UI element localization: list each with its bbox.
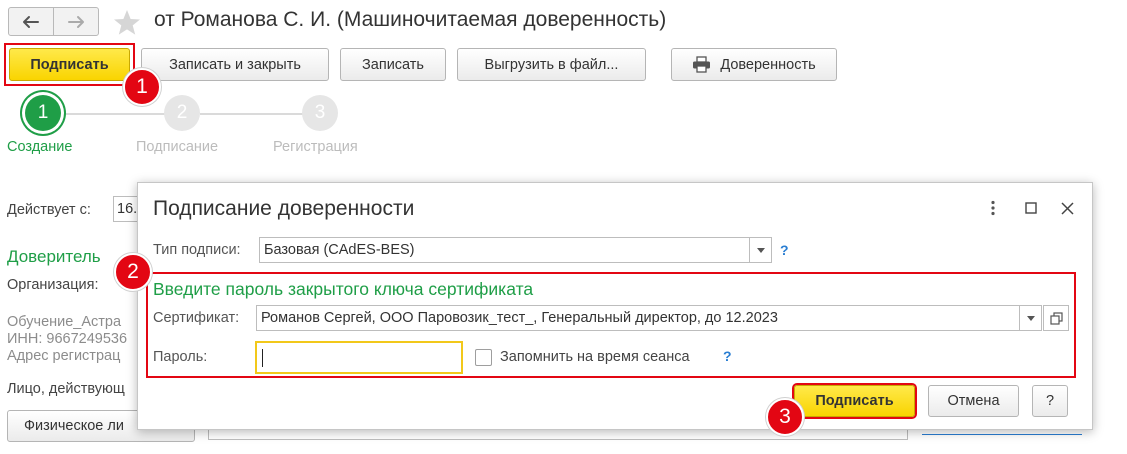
- print-proxy-label: Доверенность: [720, 56, 816, 73]
- password-input[interactable]: [255, 341, 463, 374]
- more-menu-icon[interactable]: [984, 199, 1002, 217]
- org-address-text: Адрес регистрац: [7, 348, 121, 364]
- password-prompt-heading: Введите пароль закрытого ключа сертифика…: [153, 279, 534, 299]
- step-2-indicator: 2: [164, 95, 200, 131]
- dialog-sign-button[interactable]: Подписать: [794, 385, 915, 417]
- sign-proxy-dialog: Подписание доверенности Тип подписи: Баз…: [137, 182, 1093, 430]
- org-inn-text: ИНН: 9667249536: [7, 331, 128, 347]
- step-1-label: Создание: [7, 139, 73, 155]
- step-connector: [200, 113, 303, 115]
- sign-type-label: Тип подписи:: [153, 242, 241, 258]
- favorite-star-icon[interactable]: [111, 7, 143, 39]
- forward-button[interactable]: [53, 8, 98, 35]
- dialog-title: Подписание доверенности: [153, 197, 415, 220]
- sign-type-value: Базовая (CAdES-BES): [264, 242, 415, 258]
- callout-badge-2: 2: [114, 253, 152, 291]
- history-nav: [8, 7, 99, 36]
- person-acting-label: Лицо, действующ: [7, 381, 125, 397]
- printer-icon: [692, 56, 711, 73]
- dropdown-arrow-icon[interactable]: [1019, 306, 1041, 330]
- password-label: Пароль:: [153, 349, 208, 365]
- callout-badge-3: 3: [766, 398, 804, 436]
- back-button[interactable]: [9, 8, 53, 35]
- callout-badge-1: 1: [123, 68, 161, 106]
- remember-session-label[interactable]: Запомнить на время сеанса: [500, 349, 690, 365]
- sign-type-select[interactable]: Базовая (CAdES-BES): [259, 237, 772, 263]
- save-button[interactable]: Записать: [340, 48, 446, 81]
- step-1-indicator: 1: [25, 95, 61, 131]
- certificate-label: Сертификат:: [153, 310, 240, 326]
- remember-session-checkbox[interactable]: [475, 349, 492, 366]
- sign-type-help-icon[interactable]: ?: [780, 242, 789, 258]
- step-connector: [61, 113, 166, 115]
- step-2-label: Подписание: [136, 139, 219, 155]
- remember-help-icon[interactable]: ?: [723, 348, 732, 364]
- text-caret: [262, 349, 263, 367]
- valid-from-value: 16.: [117, 201, 138, 217]
- open-copy-icon: [1049, 311, 1063, 325]
- certificate-select[interactable]: Романов Сергей, ООО Паровозик_тест_, Ген…: [256, 305, 1042, 331]
- print-proxy-button[interactable]: Доверенность: [671, 48, 837, 81]
- save-and-close-button[interactable]: Записать и закрыть: [141, 48, 329, 81]
- step-3-label: Регистрация: [273, 139, 358, 155]
- close-icon[interactable]: [1058, 199, 1076, 217]
- open-certificate-button[interactable]: [1043, 305, 1069, 331]
- arrow-left-icon: [23, 15, 39, 28]
- dialog-help-button[interactable]: ?: [1032, 385, 1068, 417]
- export-to-file-button[interactable]: Выгрузить в файл...: [457, 48, 646, 81]
- highlight-frame-1: [4, 43, 135, 86]
- cancel-button[interactable]: Отмена: [928, 385, 1019, 417]
- organization-label: Организация:: [7, 277, 99, 293]
- valid-from-label: Действует с:: [7, 202, 91, 218]
- org-name-text: Обучение_Астра: [7, 314, 122, 330]
- dropdown-arrow-icon[interactable]: [749, 238, 771, 262]
- window-title: от Романова С. И. (Машиночитаемая довере…: [154, 8, 667, 31]
- certificate-value: Романов Сергей, ООО Паровозик_тест_, Ген…: [261, 310, 778, 326]
- step-3-indicator: 3: [302, 95, 338, 131]
- maximize-icon[interactable]: [1022, 199, 1040, 217]
- arrow-right-icon: [68, 15, 84, 28]
- link-fragment: [922, 434, 1082, 435]
- principal-header: Доверитель: [7, 247, 101, 266]
